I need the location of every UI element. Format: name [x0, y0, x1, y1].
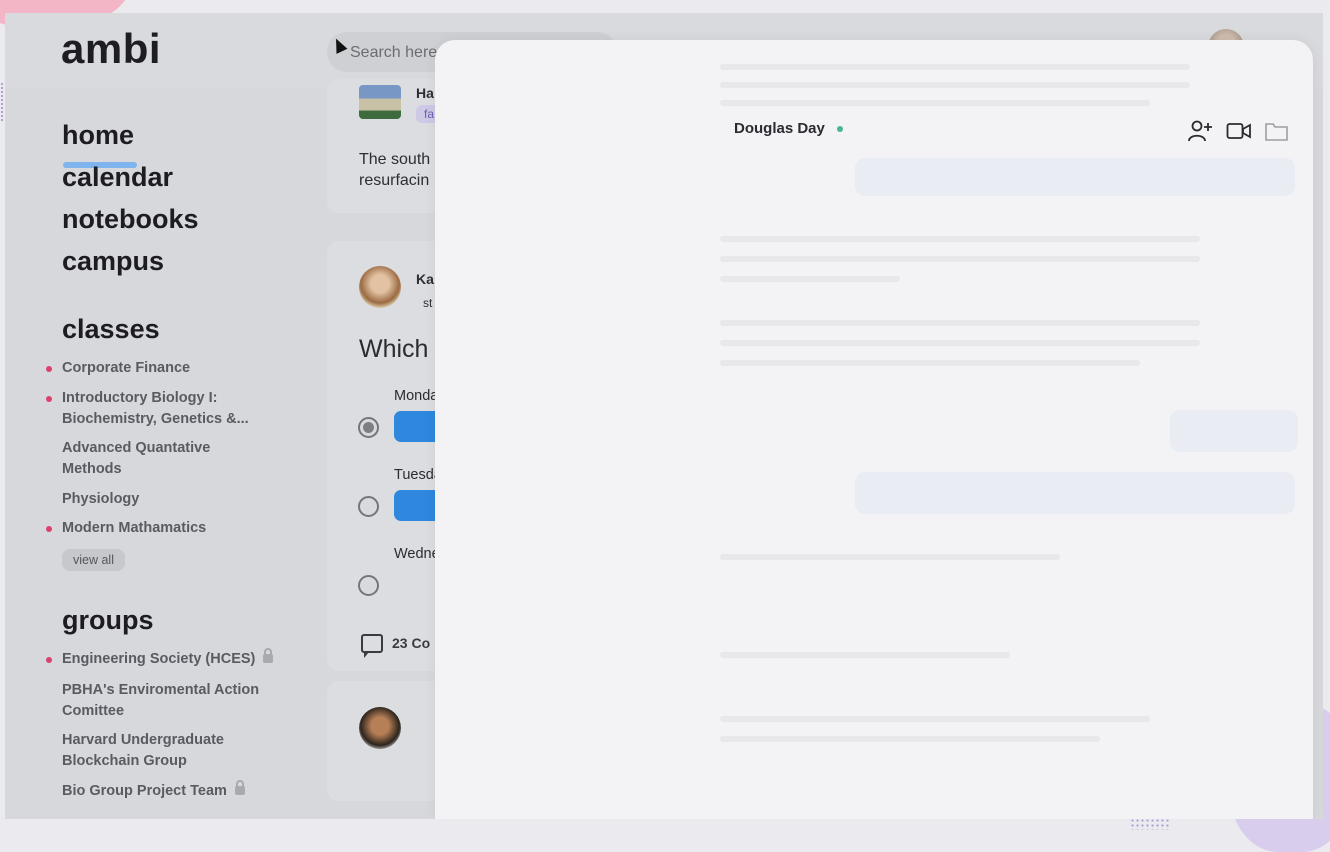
comment-count[interactable]: 23 Co: [392, 635, 430, 651]
group-item[interactable]: PBHA's Enviromental Action Comittee: [62, 680, 272, 722]
background-dots: [1130, 818, 1170, 830]
class-item[interactable]: Advanced Quantative Methods: [62, 438, 242, 480]
unread-dot: [46, 657, 52, 663]
unread-dot: [46, 396, 52, 402]
classes-heading: classes: [62, 314, 160, 344]
class-item[interactable]: Introductory Biology I: Biochemistry, Ge…: [62, 388, 267, 430]
post-tag: st: [423, 296, 433, 310]
online-status-dot: [837, 126, 843, 132]
faded-message: [720, 64, 1190, 70]
poll-option-label: Monda: [394, 388, 439, 404]
unread-dot: [46, 366, 52, 372]
faded-message: [720, 100, 1150, 106]
faded-message: [720, 652, 1010, 658]
class-item[interactable]: Modern Mathamatics: [62, 518, 292, 539]
groups-heading: groups: [62, 605, 154, 635]
lock-icon: [263, 648, 274, 663]
faded-message: [720, 276, 900, 282]
poll-radio[interactable]: [358, 496, 379, 517]
faded-message: [720, 340, 1200, 346]
nav-campus[interactable]: campus: [62, 246, 164, 277]
group-item[interactable]: Harvard Undergraduate Blockchain Group: [62, 730, 252, 772]
post-author[interactable]: Ha: [416, 83, 434, 104]
poll-radio[interactable]: [358, 417, 379, 438]
unread-dot: [46, 526, 52, 532]
post-author[interactable]: Ka: [416, 269, 434, 290]
faded-message: [720, 716, 1150, 722]
poll-question: Which: [359, 335, 429, 363]
post-text-line: The south: [359, 151, 431, 168]
post-thumbnail: [359, 85, 401, 119]
lock-icon: [234, 780, 245, 795]
folder-icon[interactable]: [1264, 119, 1290, 143]
group-label: Engineering Society (HCES): [62, 651, 256, 667]
faded-message: [720, 554, 1060, 560]
nav-notebooks[interactable]: notebooks: [62, 204, 199, 235]
ambi-logo[interactable]: ambi: [61, 25, 161, 73]
logo-text: ambi: [61, 25, 162, 72]
add-user-icon[interactable]: [1188, 119, 1214, 143]
faded-message: [720, 360, 1140, 366]
chat-contact-name[interactable]: Douglas Day: [734, 120, 825, 137]
group-label: Bio Group Project Team: [62, 783, 227, 799]
class-item[interactable]: Corporate Finance: [62, 358, 292, 379]
poll-option-label: Wedne: [394, 546, 440, 562]
view-all-button[interactable]: view all: [62, 549, 125, 571]
faded-message: [720, 736, 1100, 742]
group-item[interactable]: Engineering Society (HCES): [62, 648, 292, 670]
search-input[interactable]: Search here: [350, 44, 437, 62]
app-window: ambi Search here home calendar notebooks…: [5, 13, 1323, 819]
faded-bubble: [1170, 410, 1298, 452]
chat-panel: Douglas Day: [435, 40, 1313, 819]
post-text-line: resurfacin: [359, 172, 430, 189]
author-avatar[interactable]: [359, 707, 401, 749]
class-item[interactable]: Physiology: [62, 489, 292, 510]
video-call-icon[interactable]: [1226, 119, 1252, 143]
faded-message: [720, 82, 1190, 88]
faded-bubble: [855, 472, 1295, 514]
faded-bubble: [855, 158, 1295, 196]
group-item[interactable]: Bio Group Project Team: [62, 780, 292, 802]
faded-message: [720, 236, 1200, 242]
author-avatar[interactable]: [359, 266, 401, 308]
comment-icon[interactable]: [361, 634, 383, 658]
faded-message: [720, 256, 1200, 262]
poll-radio[interactable]: [358, 575, 379, 596]
nav-calendar[interactable]: calendar: [62, 162, 173, 193]
faded-message: [720, 320, 1200, 326]
nav-home[interactable]: home: [62, 120, 134, 151]
